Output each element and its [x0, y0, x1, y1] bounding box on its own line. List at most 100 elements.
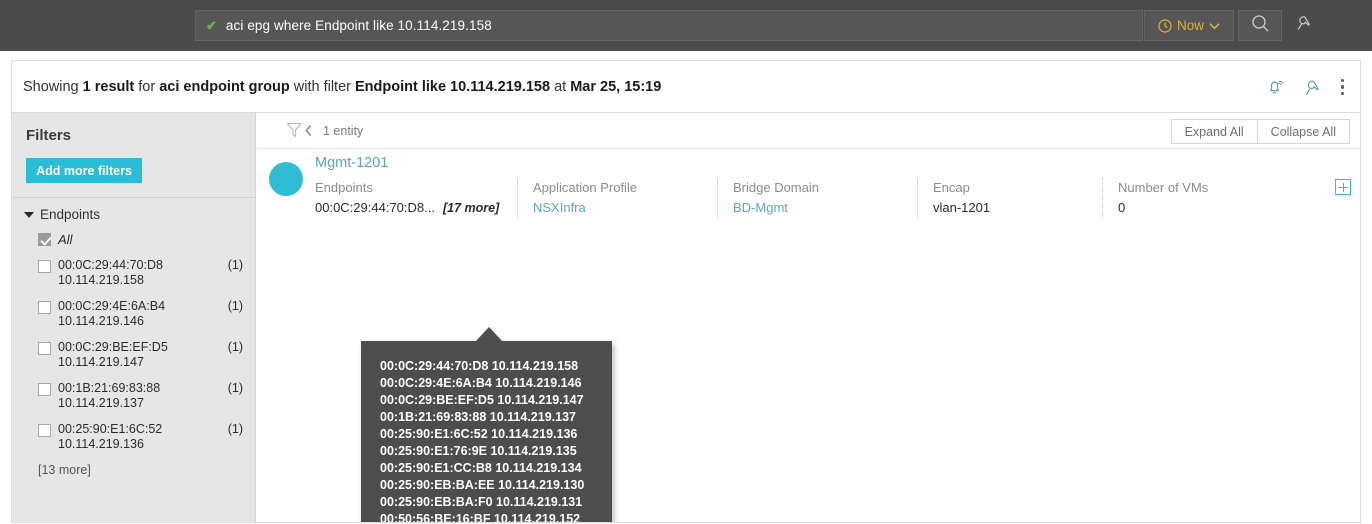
- top-search-bar: ✔ aci epg where Endpoint like 10.114.219…: [0, 0, 1372, 51]
- filter-option-row[interactable]: 00:25:90:E1:6C:52 10.114.219.136 (1): [38, 422, 243, 452]
- filter-option-ip: 10.114.219.136: [58, 437, 144, 451]
- entity-column-value: vlan-1201: [933, 200, 991, 215]
- tooltip-endpoint-line: 00:0C:29:44:70:D8 10.114.219.158: [380, 359, 579, 373]
- pin-query-button[interactable]: [1286, 10, 1318, 41]
- summary-entity-type: aci endpoint group: [159, 78, 290, 95]
- sidebar-divider: [12, 197, 255, 198]
- entity-column-value[interactable]: NSXInfra: [533, 198, 586, 218]
- entity-card: Mgmt-1201 Endpoints 00:0C:29:44:70:D8... […: [257, 149, 1360, 269]
- summary-mid3: at: [550, 78, 571, 95]
- query-text: aci epg where Endpoint like 10.114.219.1…: [225, 18, 492, 33]
- kebab-menu-icon[interactable]: [1337, 77, 1349, 98]
- filter-option-checkbox[interactable]: [38, 424, 51, 437]
- checkbox-all[interactable]: [38, 233, 51, 246]
- summary-timestamp: Mar 25, 15:19: [570, 78, 662, 95]
- tooltip-endpoint-line: 00:50:56:BE:16:BF 10.114.219.152: [380, 512, 581, 523]
- entity-column-value-row: NSXInfra: [533, 198, 717, 218]
- filter-option-row[interactable]: 00:0C:29:BE:EF:D5 10.114.219.147 (1): [38, 340, 243, 370]
- filter-option-list: 00:0C:29:44:70:D8 10.114.219.158 (1) 00:0C:…: [12, 258, 255, 452]
- entity-column-label: Number of VMs: [1118, 180, 1209, 195]
- filter-option-body: 00:25:90:E1:6C:52 10.114.219.136: [58, 422, 222, 452]
- filter-option-checkbox[interactable]: [38, 383, 51, 396]
- plus-box-icon[interactable]: [1335, 179, 1351, 195]
- filter-option-all[interactable]: All: [38, 232, 255, 247]
- pin-icon[interactable]: [1301, 77, 1321, 97]
- filter-option-count: (1): [227, 381, 243, 395]
- entity-attribute-columns: Endpoints 00:0C:29:44:70:D8... [17 more] Ap…: [315, 178, 1355, 218]
- search-icon: [1251, 14, 1270, 38]
- add-more-filters-button[interactable]: Add more filters: [26, 158, 142, 183]
- entity-count-label: 1 entity: [323, 124, 364, 138]
- tooltip-endpoint-line: 00:25:90:E1:76:9E 10.114.219.135: [380, 444, 577, 458]
- filter-option-row[interactable]: 00:0C:29:4E:6A:B4 10.114.219.146 (1): [38, 299, 243, 329]
- filter-option-row[interactable]: 00:1B:21:69:83:88 10.114.219.137 (1): [38, 381, 243, 411]
- entity-column: Application Profile NSXInfra: [517, 178, 717, 218]
- time-range-button[interactable]: Now: [1144, 10, 1234, 41]
- tooltip-endpoint-line: 00:25:90:EB:BA:EE 10.114.219.130: [380, 478, 585, 492]
- chevron-down-icon: [1209, 22, 1220, 30]
- entity-column: Encap vlan-1201: [917, 178, 1102, 218]
- filter-option-mac: 00:25:90:E1:6C:52: [58, 422, 163, 436]
- filter-option-row[interactable]: 00:0C:29:44:70:D8 10.114.219.158 (1): [38, 258, 243, 288]
- tooltip-endpoint-line: 00:0C:29:BE:EF:D5 10.114.219.147: [380, 393, 584, 407]
- result-summary-text: Showing 1 result for aci endpoint group …: [23, 79, 661, 95]
- entity-status-dot: [269, 162, 303, 196]
- chevron-left-icon: [304, 124, 313, 142]
- filter-group-label: Endpoints: [40, 207, 101, 222]
- filter-funnel-icon: [286, 121, 303, 144]
- filter-option-body: 00:0C:29:BE:EF:D5 10.114.219.147: [58, 340, 222, 370]
- results-panel: Filters Add more filters Endpoints All 0…: [11, 112, 1361, 523]
- summary-filter: Endpoint like 10.114.219.158: [355, 78, 551, 95]
- filter-option-checkbox[interactable]: [38, 342, 51, 355]
- filter-option-checkbox[interactable]: [38, 260, 51, 273]
- menu-dot: [1340, 78, 1344, 83]
- filter-option-all-label: All: [58, 232, 73, 247]
- filter-option-body: 00:0C:29:4E:6A:B4 10.114.219.146: [58, 299, 222, 329]
- tooltip-endpoint-line: 00:25:90:E1:CC:B8 10.114.219.134: [380, 461, 582, 475]
- entity-column-value[interactable]: BD-Mgmt: [733, 198, 788, 218]
- filters-sidebar: Filters Add more filters Endpoints All 0…: [12, 113, 256, 522]
- expand-all-button[interactable]: Expand All: [1170, 119, 1258, 144]
- filter-option-body: 00:0C:29:44:70:D8 10.114.219.158: [58, 258, 222, 288]
- filter-option-mac: 00:0C:29:4E:6A:B4: [58, 299, 166, 313]
- filter-option-mac: 00:1B:21:69:83:88: [58, 381, 161, 395]
- result-banner: Showing 1 result for aci endpoint group …: [11, 60, 1361, 112]
- query-valid-check-icon: ✔: [206, 18, 217, 33]
- menu-dot: [1340, 91, 1344, 96]
- filter-option-checkbox[interactable]: [38, 301, 51, 314]
- tooltip-endpoint-list: 00:0C:29:44:70:D8 10.114.219.158 00:0C:29…: [361, 341, 612, 523]
- filter-more-link[interactable]: [13 more]: [38, 463, 255, 477]
- tooltip-endpoint-line: 00:1B:21:69:83:88 10.114.219.137: [380, 410, 576, 424]
- search-submit-button[interactable]: [1238, 10, 1282, 41]
- filter-group-endpoints-header[interactable]: Endpoints: [24, 207, 255, 222]
- entity-column-value-row: 00:0C:29:44:70:D8... [17 more]: [315, 198, 517, 218]
- tooltip-arrow: [475, 327, 503, 342]
- entity-name-link[interactable]: Mgmt-1201: [315, 155, 388, 171]
- bell-alert-icon[interactable]: [1265, 77, 1285, 97]
- filter-option-body: 00:1B:21:69:83:88 10.114.219.137: [58, 381, 222, 411]
- tooltip-endpoint-line: 00:0C:29:4E:6A:B4 10.114.219.146: [380, 376, 582, 390]
- query-search-input[interactable]: ✔ aci epg where Endpoint like 10.114.219…: [195, 10, 1143, 41]
- entity-column-label: Endpoints: [315, 180, 373, 195]
- entity-column-value-row: BD-Mgmt: [733, 198, 917, 218]
- filter-panel-toggle[interactable]: [286, 121, 313, 144]
- results-toolbar: 1 entity Expand All Collapse All: [257, 113, 1360, 149]
- filter-option-ip: 10.114.219.147: [58, 355, 144, 369]
- entity-column-more-link[interactable]: [17 more]: [443, 201, 499, 215]
- entity-column: Endpoints 00:0C:29:44:70:D8... [17 more]: [315, 178, 517, 218]
- entity-column-value: 00:0C:29:44:70:D8...: [315, 200, 435, 215]
- entity-column-value: 0: [1118, 200, 1126, 215]
- filter-option-count: (1): [227, 299, 243, 313]
- filters-title: Filters: [26, 127, 72, 144]
- entity-column-label: Bridge Domain: [733, 180, 819, 195]
- summary-mid1: for: [134, 78, 160, 95]
- entity-column-label: Encap: [933, 180, 970, 195]
- menu-dot: [1340, 85, 1344, 89]
- collapse-all-button[interactable]: Collapse All: [1257, 119, 1350, 144]
- tooltip-endpoint-line: 00:25:90:E1:6C:52 10.114.219.136: [380, 427, 578, 441]
- filter-option-count: (1): [227, 258, 243, 272]
- entity-column-value-row: vlan-1201: [933, 198, 1102, 218]
- entity-column: Bridge Domain BD-Mgmt: [717, 178, 917, 218]
- filter-option-mac: 00:0C:29:44:70:D8: [58, 258, 163, 272]
- pin-icon: [1293, 14, 1312, 38]
